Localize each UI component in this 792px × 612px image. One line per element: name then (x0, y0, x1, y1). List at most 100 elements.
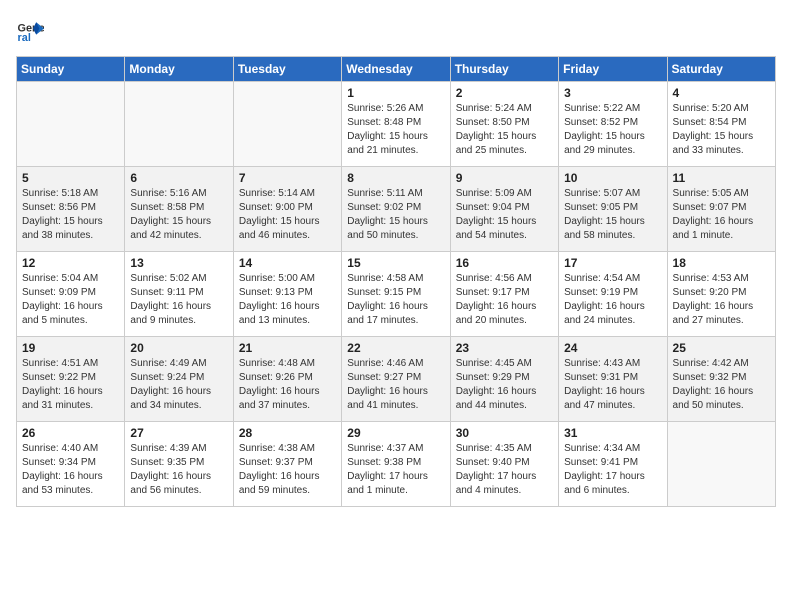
calendar-week-row: 12 Sunrise: 5:04 AM Sunset: 9:09 PM Dayli… (17, 252, 776, 337)
day-of-week-header: Saturday (667, 57, 775, 82)
calendar-cell: 19 Sunrise: 4:51 AM Sunset: 9:22 PM Dayli… (17, 337, 125, 422)
cell-content: Sunrise: 5:09 AM Sunset: 9:04 PM Dayligh… (456, 187, 553, 243)
day-of-week-header: Sunday (17, 57, 125, 82)
day-number: 2 (456, 86, 553, 100)
day-number: 18 (673, 256, 770, 270)
cell-content: Sunrise: 5:26 AM Sunset: 8:48 PM Dayligh… (347, 102, 444, 158)
day-number: 20 (130, 341, 227, 355)
calendar-cell: 10 Sunrise: 5:07 AM Sunset: 9:05 PM Dayli… (559, 167, 667, 252)
cell-content: Sunrise: 4:37 AM Sunset: 9:38 PM Dayligh… (347, 442, 444, 498)
cell-content: Sunrise: 4:56 AM Sunset: 9:17 PM Dayligh… (456, 272, 553, 328)
day-number: 25 (673, 341, 770, 355)
day-number: 31 (564, 426, 661, 440)
day-number: 14 (239, 256, 336, 270)
day-of-week-header: Wednesday (342, 57, 450, 82)
cell-content: Sunrise: 4:54 AM Sunset: 9:19 PM Dayligh… (564, 272, 661, 328)
calendar-cell: 9 Sunrise: 5:09 AM Sunset: 9:04 PM Daylig… (450, 167, 558, 252)
cell-content: Sunrise: 5:07 AM Sunset: 9:05 PM Dayligh… (564, 187, 661, 243)
day-number: 5 (22, 171, 119, 185)
cell-content: Sunrise: 4:34 AM Sunset: 9:41 PM Dayligh… (564, 442, 661, 498)
calendar-cell: 20 Sunrise: 4:49 AM Sunset: 9:24 PM Dayli… (125, 337, 233, 422)
day-number: 10 (564, 171, 661, 185)
calendar-cell: 16 Sunrise: 4:56 AM Sunset: 9:17 PM Dayli… (450, 252, 558, 337)
calendar-cell: 8 Sunrise: 5:11 AM Sunset: 9:02 PM Daylig… (342, 167, 450, 252)
calendar-week-row: 1 Sunrise: 5:26 AM Sunset: 8:48 PM Daylig… (17, 82, 776, 167)
calendar-cell: 4 Sunrise: 5:20 AM Sunset: 8:54 PM Daylig… (667, 82, 775, 167)
cell-content: Sunrise: 4:46 AM Sunset: 9:27 PM Dayligh… (347, 357, 444, 413)
cell-content: Sunrise: 5:18 AM Sunset: 8:56 PM Dayligh… (22, 187, 119, 243)
day-number: 11 (673, 171, 770, 185)
svg-text:ral: ral (18, 32, 31, 44)
calendar-week-row: 19 Sunrise: 4:51 AM Sunset: 9:22 PM Dayli… (17, 337, 776, 422)
day-of-week-header: Tuesday (233, 57, 341, 82)
day-number: 30 (456, 426, 553, 440)
day-number: 7 (239, 171, 336, 185)
calendar-cell: 31 Sunrise: 4:34 AM Sunset: 9:41 PM Dayli… (559, 422, 667, 507)
calendar-cell: 18Sunrise: 4:53 AM Sunset: 9:20 PM Dayli… (667, 252, 775, 337)
day-number: 4 (673, 86, 770, 100)
cell-content: Sunrise: 5:16 AM Sunset: 8:58 PM Dayligh… (130, 187, 227, 243)
day-of-week-header: Friday (559, 57, 667, 82)
cell-content: Sunrise: 4:49 AM Sunset: 9:24 PM Dayligh… (130, 357, 227, 413)
cell-content: Sunrise: 5:04 AM Sunset: 9:09 PM Dayligh… (22, 272, 119, 328)
logo: Gene ral (16, 16, 48, 44)
cell-content: Sunrise: 4:45 AM Sunset: 9:29 PM Dayligh… (456, 357, 553, 413)
cell-content: Sunrise: 4:39 AM Sunset: 9:35 PM Dayligh… (130, 442, 227, 498)
cell-content: Sunrise: 5:20 AM Sunset: 8:54 PM Dayligh… (673, 102, 770, 158)
calendar-cell: 1 Sunrise: 5:26 AM Sunset: 8:48 PM Daylig… (342, 82, 450, 167)
calendar-cell: 12 Sunrise: 5:04 AM Sunset: 9:09 PM Dayli… (17, 252, 125, 337)
day-number: 8 (347, 171, 444, 185)
calendar-cell (17, 82, 125, 167)
day-number: 28 (239, 426, 336, 440)
calendar-cell: 3Sunrise: 5:22 AM Sunset: 8:52 PM Daylig… (559, 82, 667, 167)
calendar-cell: 28 Sunrise: 4:38 AM Sunset: 9:37 PM Dayli… (233, 422, 341, 507)
cell-content: Sunrise: 5:05 AM Sunset: 9:07 PM Dayligh… (673, 187, 770, 243)
calendar-header-row: SundayMondayTuesdayWednesdayThursdayFrid… (17, 57, 776, 82)
day-number: 6 (130, 171, 227, 185)
day-number: 13 (130, 256, 227, 270)
calendar-cell: 22 Sunrise: 4:46 AM Sunset: 9:27 PM Dayli… (342, 337, 450, 422)
calendar-cell: 25 Sunrise: 4:42 AM Sunset: 9:32 PM Dayli… (667, 337, 775, 422)
calendar-cell (667, 422, 775, 507)
calendar-cell: 27Sunrise: 4:39 AM Sunset: 9:35 PM Dayli… (125, 422, 233, 507)
day-number: 22 (347, 341, 444, 355)
cell-content: Sunrise: 5:22 AM Sunset: 8:52 PM Dayligh… (564, 102, 661, 158)
calendar-cell: 6 Sunrise: 5:16 AM Sunset: 8:58 PM Daylig… (125, 167, 233, 252)
cell-content: Sunrise: 4:38 AM Sunset: 9:37 PM Dayligh… (239, 442, 336, 498)
day-number: 29 (347, 426, 444, 440)
calendar-week-row: 5 Sunrise: 5:18 AM Sunset: 8:56 PM Daylig… (17, 167, 776, 252)
calendar-cell: 11 Sunrise: 5:05 AM Sunset: 9:07 PM Dayli… (667, 167, 775, 252)
day-number: 17 (564, 256, 661, 270)
calendar-cell: 17 Sunrise: 4:54 AM Sunset: 9:19 PM Dayli… (559, 252, 667, 337)
cell-content: Sunrise: 5:00 AM Sunset: 9:13 PM Dayligh… (239, 272, 336, 328)
day-number: 21 (239, 341, 336, 355)
day-number: 9 (456, 171, 553, 185)
calendar-cell (233, 82, 341, 167)
day-number: 24 (564, 341, 661, 355)
calendar-week-row: 26 Sunrise: 4:40 AM Sunset: 9:34 PM Dayli… (17, 422, 776, 507)
cell-content: Sunrise: 5:11 AM Sunset: 9:02 PM Dayligh… (347, 187, 444, 243)
day-number: 26 (22, 426, 119, 440)
calendar-cell: 2 Sunrise: 5:24 AM Sunset: 8:50 PM Daylig… (450, 82, 558, 167)
cell-content: Sunrise: 4:51 AM Sunset: 9:22 PM Dayligh… (22, 357, 119, 413)
cell-content: Sunrise: 4:42 AM Sunset: 9:32 PM Dayligh… (673, 357, 770, 413)
calendar-cell: 21Sunrise: 4:48 AM Sunset: 9:26 PM Dayli… (233, 337, 341, 422)
day-number: 15 (347, 256, 444, 270)
calendar-cell: 5 Sunrise: 5:18 AM Sunset: 8:56 PM Daylig… (17, 167, 125, 252)
day-number: 16 (456, 256, 553, 270)
calendar-cell: 30 Sunrise: 4:35 AM Sunset: 9:40 PM Dayli… (450, 422, 558, 507)
cell-content: Sunrise: 4:43 AM Sunset: 9:31 PM Dayligh… (564, 357, 661, 413)
calendar-cell: 29 Sunrise: 4:37 AM Sunset: 9:38 PM Dayli… (342, 422, 450, 507)
cell-content: Sunrise: 5:24 AM Sunset: 8:50 PM Dayligh… (456, 102, 553, 158)
day-number: 1 (347, 86, 444, 100)
calendar-cell: 26 Sunrise: 4:40 AM Sunset: 9:34 PM Dayli… (17, 422, 125, 507)
day-number: 19 (22, 341, 119, 355)
calendar-cell: 7 Sunrise: 5:14 AM Sunset: 9:00 PM Daylig… (233, 167, 341, 252)
calendar-cell: 23 Sunrise: 4:45 AM Sunset: 9:29 PM Dayli… (450, 337, 558, 422)
calendar-cell: 24 Sunrise: 4:43 AM Sunset: 9:31 PM Dayli… (559, 337, 667, 422)
day-number: 12 (22, 256, 119, 270)
cell-content: Sunrise: 4:40 AM Sunset: 9:34 PM Dayligh… (22, 442, 119, 498)
cell-content: Sunrise: 5:14 AM Sunset: 9:00 PM Dayligh… (239, 187, 336, 243)
cell-content: Sunrise: 4:35 AM Sunset: 9:40 PM Dayligh… (456, 442, 553, 498)
day-number: 23 (456, 341, 553, 355)
